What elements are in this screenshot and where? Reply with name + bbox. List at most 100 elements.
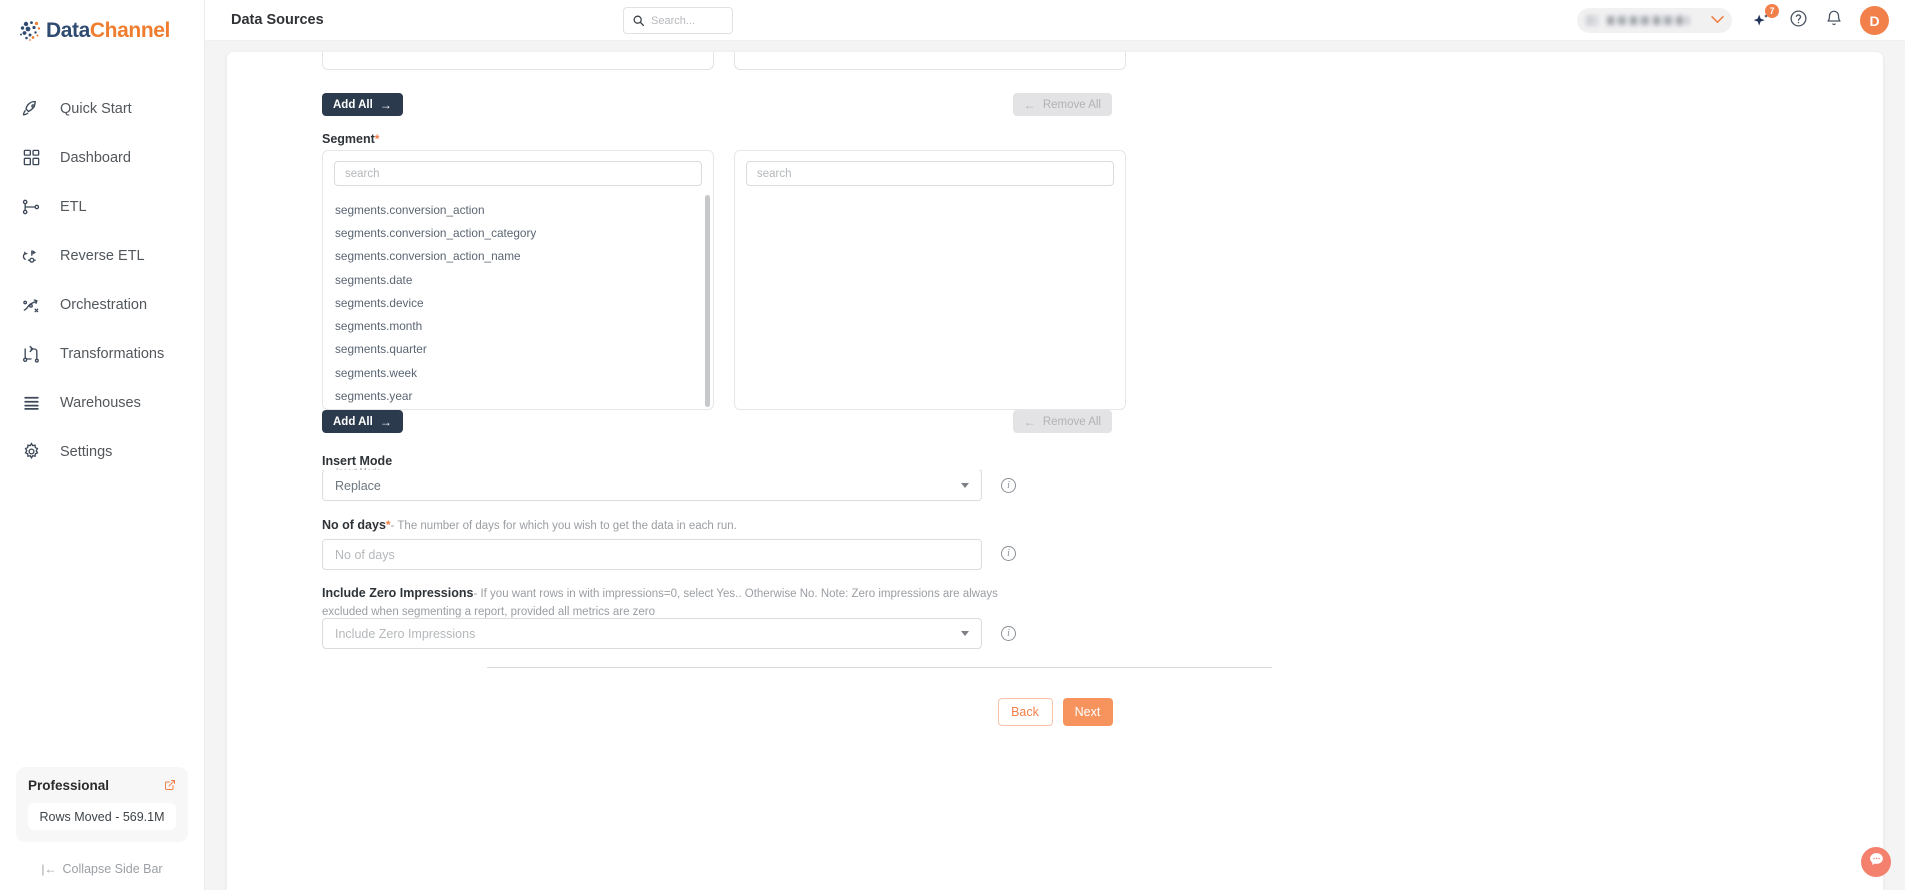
segment-selected-panel: search (734, 150, 1126, 410)
transfer-actions-segment: Add All → ← Remove All (322, 410, 1112, 433)
list-item[interactable]: segments.quarter (323, 338, 713, 361)
workspace-selector[interactable] (1577, 8, 1732, 33)
chevron-down-icon (1711, 15, 1724, 27)
list-item[interactable]: segments.device (323, 291, 713, 314)
add-all-button[interactable]: Add All → (322, 93, 403, 116)
remove-all-button[interactable]: ← Remove All (1012, 410, 1112, 433)
list-item[interactable]: segments.conversion_action_name (323, 245, 713, 268)
help-circle-icon (1789, 9, 1808, 33)
list-item[interactable]: segments.conversion_action_category (323, 221, 713, 244)
transfer-actions-top: Add All → ← Remove All (322, 93, 1112, 116)
arrow-right-icon: → (379, 414, 392, 429)
sidebar-footer: Professional Rows Moved - 569.1M |← Coll… (0, 767, 204, 890)
orchestration-icon (19, 293, 43, 317)
segment-selected-search-placeholder: search (757, 167, 792, 180)
insert-mode-select[interactable]: Replace (322, 470, 982, 501)
page-title: Data Sources (231, 12, 324, 28)
segment-selected-search[interactable]: search (746, 161, 1114, 186)
add-all-label: Add All (333, 415, 373, 428)
insert-mode-value: Replace (335, 478, 381, 493)
sidebar-item-orchestration[interactable]: Orchestration (0, 280, 204, 329)
content-scroll-area: Add All → ← Remove All Segment* search s… (205, 41, 1905, 890)
remove-all-label: Remove All (1042, 415, 1101, 428)
help-button[interactable] (1788, 9, 1808, 33)
previous-transfer-lists-cutoff (322, 52, 1126, 74)
sidebar-item-label: ETL (60, 198, 87, 215)
plan-name: Professional (28, 778, 110, 793)
add-all-label: Add All (333, 98, 373, 111)
datachannel-logo-icon (17, 18, 43, 44)
rocket-icon (19, 97, 43, 121)
reverse-etl-icon (19, 244, 43, 268)
collapse-left-icon: |← (41, 862, 57, 876)
sidebar-item-warehouses[interactable]: Warehouses (0, 378, 204, 427)
main-region: Data Sources Search... 7 D Add All → ← R… (205, 0, 1905, 890)
sidebar-item-reverse-etl[interactable]: Reverse ETL (0, 231, 204, 280)
list-item[interactable]: segments.year (323, 384, 713, 407)
user-avatar[interactable]: D (1860, 6, 1889, 35)
wizard-footer: Back Next (227, 698, 1883, 726)
list-item[interactable]: segments.conversion_action (323, 198, 713, 221)
ai-assistant-badge: 7 (1765, 3, 1779, 18)
footer-divider (487, 667, 1272, 668)
arrow-right-icon: → (379, 97, 392, 112)
sidebar-item-transformations[interactable]: Transformations (0, 329, 204, 378)
external-link-icon[interactable] (164, 779, 176, 793)
app-logo[interactable]: DataChannel (0, 0, 204, 62)
segment-transfer-lists: search segments.conversion_action segmen… (322, 150, 1126, 410)
info-icon[interactable]: i (1001, 626, 1016, 641)
bell-icon (1825, 9, 1843, 32)
info-icon[interactable]: i (1001, 478, 1016, 493)
next-button[interactable]: Next (1062, 698, 1113, 726)
sidebar-item-settings[interactable]: Settings (0, 427, 204, 476)
application-window: DataChannel Quick Start Dashboard ETL Re… (0, 0, 1905, 890)
plan-card: Professional Rows Moved - 569.1M (16, 767, 188, 842)
caret-down-icon (961, 631, 969, 636)
sidebar-nav: Quick Start Dashboard ETL Reverse ETL Or… (0, 84, 204, 476)
include-zero-impressions-label-text: Include Zero Impressions (322, 586, 474, 600)
scrollbar-thumb[interactable] (705, 195, 710, 407)
global-search[interactable]: Search... (623, 7, 733, 34)
topbar-actions: 7 D (1577, 0, 1889, 41)
no-of-days-description: - The number of days for which you wish … (390, 520, 737, 532)
list-item[interactable]: segments.month (323, 314, 713, 337)
segment-available-search[interactable]: search (334, 161, 702, 186)
remove-all-button[interactable]: ← Remove All (1012, 93, 1112, 116)
segment-label-text: Segment (322, 132, 375, 146)
include-zero-impressions-placeholder: Include Zero Impressions (335, 626, 476, 641)
sidebar-item-etl[interactable]: ETL (0, 182, 204, 231)
plan-header: Professional (28, 778, 176, 793)
include-zero-impressions-label: Include Zero Impressions- If you want ro… (322, 585, 1022, 621)
collapse-sidebar-button[interactable]: |← Collapse Side Bar (16, 862, 188, 876)
grid-icon (19, 146, 43, 170)
include-zero-impressions-select[interactable]: Include Zero Impressions (322, 618, 982, 649)
workspace-avatar (1586, 15, 1599, 26)
list-item[interactable]: segments.date (323, 268, 713, 291)
segment-available-search-placeholder: search (345, 167, 380, 180)
segment-available-panel: search segments.conversion_action segmen… (322, 150, 714, 410)
warehouse-icon (19, 391, 43, 415)
chat-widget-button[interactable] (1861, 847, 1891, 877)
add-all-button[interactable]: Add All → (322, 410, 403, 433)
topbar: Data Sources Search... 7 D (205, 0, 1905, 41)
transformations-icon (19, 342, 43, 366)
workspace-name (1607, 16, 1689, 25)
no-of-days-input[interactable]: No of days (322, 539, 982, 570)
sidebar-item-label: Quick Start (60, 100, 132, 117)
info-icon[interactable]: i (1001, 546, 1016, 561)
no-of-days-label: No of days*- The number of days for whic… (322, 518, 737, 532)
etl-icon (19, 195, 43, 219)
sidebar: DataChannel Quick Start Dashboard ETL Re… (0, 0, 205, 890)
notifications-button[interactable] (1824, 9, 1844, 32)
gear-icon (19, 440, 43, 464)
sidebar-item-quick-start[interactable]: Quick Start (0, 84, 204, 133)
back-button[interactable]: Back (997, 698, 1053, 726)
list-item[interactable]: segments.week (323, 361, 713, 384)
ai-assistant-button[interactable]: 7 (1750, 3, 1779, 32)
logo-word-channel: Channel (89, 19, 170, 42)
rows-moved-badge: Rows Moved - 569.1M (28, 803, 176, 830)
sidebar-item-dashboard[interactable]: Dashboard (0, 133, 204, 182)
chat-bubble-icon (1868, 851, 1885, 873)
remove-all-label: Remove All (1042, 98, 1101, 111)
sidebar-item-label: Settings (60, 443, 113, 460)
